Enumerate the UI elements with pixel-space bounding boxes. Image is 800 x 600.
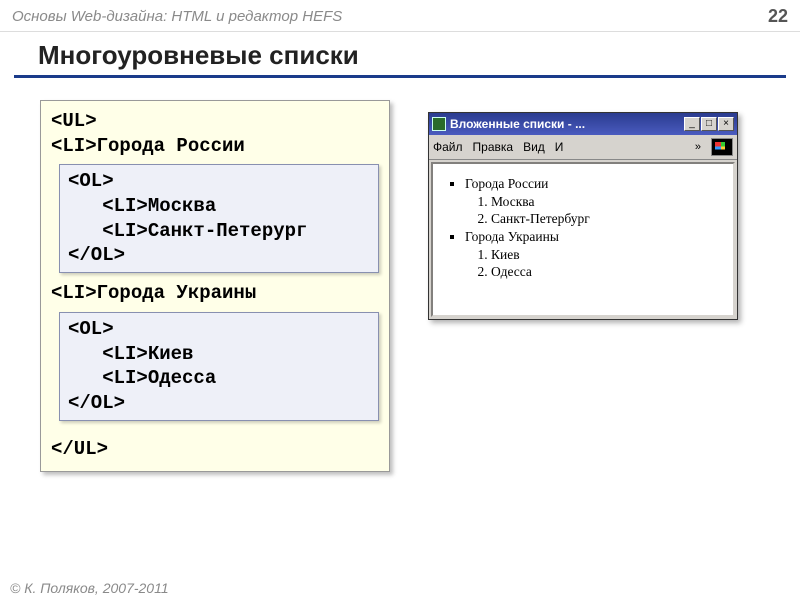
content-area: <UL> <LI>Города России <OL> <LI>Москва <… bbox=[0, 78, 800, 482]
code-line: <LI>Киев bbox=[68, 342, 370, 367]
browser-viewport: Города России Москва Санкт-Петербург Гор… bbox=[431, 162, 735, 317]
code-panel: <UL> <LI>Города России <OL> <LI>Москва <… bbox=[40, 100, 390, 472]
menu-view[interactable]: Вид bbox=[523, 140, 545, 154]
slide-title: Многоуровневые списки bbox=[38, 40, 786, 71]
list-item: Города Украины Киев Одесса bbox=[465, 229, 723, 280]
code-line: </UL> bbox=[51, 437, 379, 462]
page-number: 22 bbox=[768, 6, 788, 27]
code-line: <OL> bbox=[68, 169, 370, 194]
title-bar: Многоуровневые списки bbox=[14, 38, 786, 78]
code-subblock: <OL> <LI>Москва <LI>Санкт-Петерург </OL> bbox=[59, 164, 379, 273]
close-button[interactable]: × bbox=[718, 117, 734, 131]
code-line: <OL> bbox=[68, 317, 370, 342]
minimize-button[interactable]: _ bbox=[684, 117, 700, 131]
list-item: Одесса bbox=[491, 264, 723, 280]
code-line: </OL> bbox=[68, 391, 370, 416]
code-line: <UL> bbox=[51, 109, 379, 134]
list-item: Москва bbox=[491, 194, 723, 210]
code-line: </OL> bbox=[68, 243, 370, 268]
code-line: <LI>Москва bbox=[68, 194, 370, 219]
code-line: <LI>Санкт-Петерург bbox=[68, 219, 370, 244]
maximize-button[interactable]: □ bbox=[701, 117, 717, 131]
list-item: Города России Москва Санкт-Петербург bbox=[465, 176, 723, 227]
window-title: Вложенные списки - ... bbox=[450, 117, 684, 131]
code-subblock: <OL> <LI>Киев <LI>Одесса </OL> bbox=[59, 312, 379, 421]
menu-chevron-icon[interactable]: » bbox=[695, 141, 701, 153]
app-icon bbox=[432, 117, 446, 131]
code-line: <LI>Одесса bbox=[68, 366, 370, 391]
window-titlebar: Вложенные списки - ... _ □ × bbox=[429, 113, 737, 135]
header-left: Основы Web-дизайна: HTML и редактор HEFS bbox=[12, 8, 342, 25]
code-line: <LI>Города Украины bbox=[51, 281, 379, 306]
slide-header: Основы Web-дизайна: HTML и редактор HEFS… bbox=[0, 0, 800, 32]
menu-edit[interactable]: Правка bbox=[473, 140, 514, 154]
menu-more[interactable]: И bbox=[555, 140, 564, 154]
footer-copyright: © К. Поляков, 2007-2011 bbox=[10, 580, 169, 596]
menu-file[interactable]: Файл bbox=[433, 140, 463, 154]
browser-window: Вложенные списки - ... _ □ × Файл Правка… bbox=[428, 112, 738, 320]
list-item: Санкт-Петербург bbox=[491, 211, 723, 227]
menu-bar: Файл Правка Вид И » bbox=[429, 135, 737, 160]
list-item: Киев bbox=[491, 247, 723, 263]
code-line: <LI>Города России bbox=[51, 134, 379, 159]
windows-logo-icon bbox=[711, 138, 733, 156]
